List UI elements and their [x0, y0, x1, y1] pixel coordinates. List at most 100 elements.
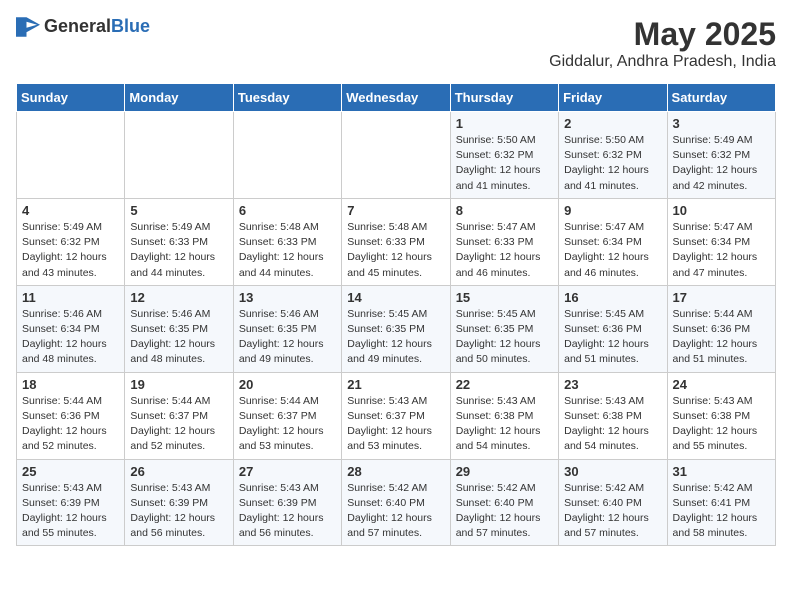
day-detail: Sunrise: 5:42 AMSunset: 6:40 PMDaylight:…: [456, 482, 541, 540]
day-number: 15: [456, 290, 553, 305]
day-cell: 19 Sunrise: 5:44 AMSunset: 6:37 PMDayligh…: [125, 372, 233, 459]
day-number: 31: [673, 464, 770, 479]
title-block: May 2025 Giddalur, Andhra Pradesh, India: [549, 16, 776, 71]
day-number: 21: [347, 377, 444, 392]
main-title: May 2025: [549, 16, 776, 53]
day-number: 4: [22, 203, 119, 218]
day-number: 16: [564, 290, 661, 305]
day-cell: 31Sunrise: 5:42 AMSunset: 6:41 PMDayligh…: [667, 459, 775, 546]
day-number: 27: [239, 464, 336, 479]
day-detail: Sunrise: 5:46 AMSunset: 6:34 PMDaylight:…: [22, 308, 107, 366]
header-cell-monday: Monday: [125, 84, 233, 112]
day-cell: 16 Sunrise: 5:45 AMSunset: 6:36 PMDayligh…: [559, 285, 667, 372]
day-cell: 21Sunrise: 5:43 AMSunset: 6:37 PMDayligh…: [342, 372, 450, 459]
day-detail: Sunrise: 5:42 AMSunset: 6:40 PMDaylight:…: [564, 482, 649, 540]
day-number: 11: [22, 290, 119, 305]
week-row-1: 4 Sunrise: 5:49 AMSunset: 6:32 PMDaylight…: [17, 198, 776, 285]
header-cell-wednesday: Wednesday: [342, 84, 450, 112]
day-cell: 17 Sunrise: 5:44 AMSunset: 6:36 PMDayligh…: [667, 285, 775, 372]
logo-text-general: General: [44, 16, 111, 36]
day-cell: 22Sunrise: 5:43 AMSunset: 6:38 PMDayligh…: [450, 372, 558, 459]
week-row-4: 25 Sunrise: 5:43 AMSunset: 6:39 PMDayligh…: [17, 459, 776, 546]
day-cell: [125, 112, 233, 199]
day-cell: 29Sunrise: 5:42 AMSunset: 6:40 PMDayligh…: [450, 459, 558, 546]
day-cell: 24Sunrise: 5:43 AMSunset: 6:38 PMDayligh…: [667, 372, 775, 459]
day-detail: Sunrise: 5:43 AMSunset: 6:38 PMDaylight:…: [564, 395, 649, 453]
day-cell: 13 Sunrise: 5:46 AMSunset: 6:35 PMDayligh…: [233, 285, 341, 372]
day-detail: Sunrise: 5:47 AMSunset: 6:34 PMDaylight:…: [673, 221, 758, 279]
day-detail: Sunrise: 5:47 AMSunset: 6:34 PMDaylight:…: [564, 221, 649, 279]
day-detail: Sunrise: 5:50 AMSunset: 6:32 PMDaylight:…: [456, 134, 541, 192]
week-row-2: 11 Sunrise: 5:46 AMSunset: 6:34 PMDayligh…: [17, 285, 776, 372]
logo-text-blue: Blue: [111, 16, 150, 36]
day-detail: Sunrise: 5:46 AMSunset: 6:35 PMDaylight:…: [239, 308, 324, 366]
day-cell: 27Sunrise: 5:43 AMSunset: 6:39 PMDayligh…: [233, 459, 341, 546]
day-number: 25: [22, 464, 119, 479]
day-number: 19: [130, 377, 227, 392]
day-number: 13: [239, 290, 336, 305]
day-number: 18: [22, 377, 119, 392]
day-number: 30: [564, 464, 661, 479]
day-detail: Sunrise: 5:47 AMSunset: 6:33 PMDaylight:…: [456, 221, 541, 279]
day-detail: Sunrise: 5:45 AMSunset: 6:36 PMDaylight:…: [564, 308, 649, 366]
day-number: 8: [456, 203, 553, 218]
day-cell: 20Sunrise: 5:44 AMSunset: 6:37 PMDayligh…: [233, 372, 341, 459]
day-cell: 6 Sunrise: 5:48 AMSunset: 6:33 PMDaylight…: [233, 198, 341, 285]
week-row-3: 18 Sunrise: 5:44 AMSunset: 6:36 PMDayligh…: [17, 372, 776, 459]
day-number: 9: [564, 203, 661, 218]
calendar-table: SundayMondayTuesdayWednesdayThursdayFrid…: [16, 83, 776, 546]
day-cell: 12Sunrise: 5:46 AMSunset: 6:35 PMDayligh…: [125, 285, 233, 372]
day-detail: Sunrise: 5:45 AMSunset: 6:35 PMDaylight:…: [456, 308, 541, 366]
page-header: GeneralBlue May 2025 Giddalur, Andhra Pr…: [16, 16, 776, 71]
day-cell: 18 Sunrise: 5:44 AMSunset: 6:36 PMDayligh…: [17, 372, 125, 459]
day-cell: 8 Sunrise: 5:47 AMSunset: 6:33 PMDaylight…: [450, 198, 558, 285]
day-cell: [233, 112, 341, 199]
day-number: 12: [130, 290, 227, 305]
day-number: 7: [347, 203, 444, 218]
day-cell: 2Sunrise: 5:50 AMSunset: 6:32 PMDaylight…: [559, 112, 667, 199]
subtitle: Giddalur, Andhra Pradesh, India: [549, 53, 776, 71]
header-row: SundayMondayTuesdayWednesdayThursdayFrid…: [17, 84, 776, 112]
day-detail: Sunrise: 5:49 AMSunset: 6:32 PMDaylight:…: [22, 221, 107, 279]
day-detail: Sunrise: 5:44 AMSunset: 6:36 PMDaylight:…: [673, 308, 758, 366]
day-detail: Sunrise: 5:43 AMSunset: 6:38 PMDaylight:…: [456, 395, 541, 453]
header-cell-thursday: Thursday: [450, 84, 558, 112]
day-number: 1: [456, 116, 553, 131]
day-detail: Sunrise: 5:44 AMSunset: 6:37 PMDaylight:…: [130, 395, 215, 453]
day-cell: 5 Sunrise: 5:49 AMSunset: 6:33 PMDaylight…: [125, 198, 233, 285]
day-number: 28: [347, 464, 444, 479]
header-cell-friday: Friday: [559, 84, 667, 112]
day-cell: [17, 112, 125, 199]
day-number: 5: [130, 203, 227, 218]
day-cell: [342, 112, 450, 199]
header-cell-tuesday: Tuesday: [233, 84, 341, 112]
day-number: 24: [673, 377, 770, 392]
day-cell: 23Sunrise: 5:43 AMSunset: 6:38 PMDayligh…: [559, 372, 667, 459]
day-detail: Sunrise: 5:44 AMSunset: 6:37 PMDaylight:…: [239, 395, 324, 453]
day-number: 26: [130, 464, 227, 479]
day-number: 3: [673, 116, 770, 131]
day-cell: 30 Sunrise: 5:42 AMSunset: 6:40 PMDayligh…: [559, 459, 667, 546]
day-detail: Sunrise: 5:44 AMSunset: 6:36 PMDaylight:…: [22, 395, 107, 453]
day-number: 17: [673, 290, 770, 305]
day-cell: 15 Sunrise: 5:45 AMSunset: 6:35 PMDayligh…: [450, 285, 558, 372]
day-cell: 25Sunrise: 5:43 AMSunset: 6:39 PMDayligh…: [17, 459, 125, 546]
week-row-0: 1 Sunrise: 5:50 AMSunset: 6:32 PMDaylight…: [17, 112, 776, 199]
day-number: 10: [673, 203, 770, 218]
day-detail: Sunrise: 5:49 AMSunset: 6:32 PMDaylight:…: [673, 134, 758, 192]
day-detail: Sunrise: 5:49 AMSunset: 6:33 PMDaylight:…: [130, 221, 215, 279]
day-cell: 3 Sunrise: 5:49 AMSunset: 6:32 PMDaylight…: [667, 112, 775, 199]
logo: GeneralBlue: [16, 16, 150, 37]
logo-icon: [16, 17, 40, 37]
day-number: 6: [239, 203, 336, 218]
day-cell: 11 Sunrise: 5:46 AMSunset: 6:34 PMDayligh…: [17, 285, 125, 372]
day-detail: Sunrise: 5:48 AMSunset: 6:33 PMDaylight:…: [239, 221, 324, 279]
day-number: 14: [347, 290, 444, 305]
day-detail: Sunrise: 5:43 AMSunset: 6:39 PMDaylight:…: [130, 482, 215, 540]
day-cell: 4 Sunrise: 5:49 AMSunset: 6:32 PMDaylight…: [17, 198, 125, 285]
day-cell: 9 Sunrise: 5:47 AMSunset: 6:34 PMDaylight…: [559, 198, 667, 285]
day-number: 2: [564, 116, 661, 131]
day-cell: 26 Sunrise: 5:43 AMSunset: 6:39 PMDayligh…: [125, 459, 233, 546]
header-cell-saturday: Saturday: [667, 84, 775, 112]
day-detail: Sunrise: 5:48 AMSunset: 6:33 PMDaylight:…: [347, 221, 432, 279]
